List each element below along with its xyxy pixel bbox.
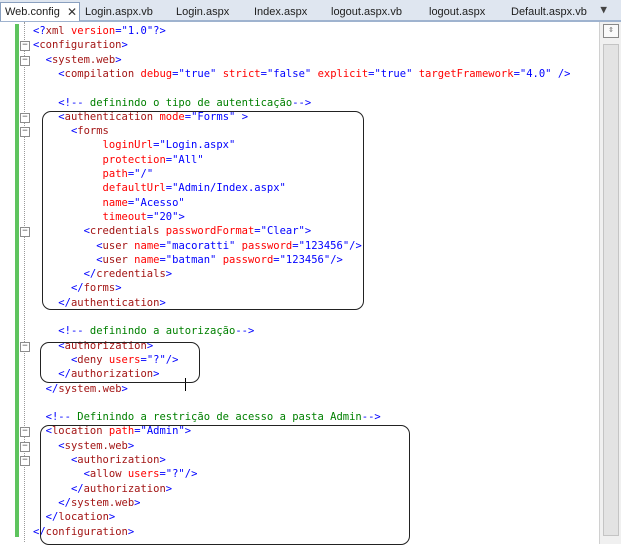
- authorization-highlight-box: [40, 342, 200, 383]
- code-line[interactable]: <!-- Definindo a restrição de acesso a p…: [33, 410, 381, 424]
- collapse-icon[interactable]: −: [20, 456, 30, 466]
- tab-logout-aspx-vb[interactable]: logout.aspx.vb: [331, 3, 402, 21]
- code-line[interactable]: <compilation debug="true" strict="false"…: [33, 67, 570, 81]
- tab-web-config[interactable]: Web.config ✕: [0, 2, 80, 21]
- collapse-icon[interactable]: −: [20, 112, 30, 123]
- location-highlight-box: [40, 425, 410, 545]
- collapse-icon[interactable]: −: [20, 55, 30, 66]
- collapse-icon[interactable]: −: [20, 441, 30, 452]
- code-line[interactable]: <?xml version="1.0"?>: [33, 24, 166, 38]
- vertical-scrollbar[interactable]: ⇳: [599, 22, 621, 544]
- tab-login-aspx[interactable]: Login.aspx: [176, 3, 229, 21]
- close-icon[interactable]: ✕: [67, 3, 77, 21]
- authentication-highlight-box: [42, 111, 364, 310]
- tab-logout-aspx[interactable]: logout.aspx: [429, 3, 485, 21]
- tab-label: Web.config: [5, 6, 60, 18]
- collapse-icon[interactable]: −: [20, 427, 30, 438]
- split-view-icon[interactable]: ⇳: [603, 24, 619, 38]
- scrollbar-thumb[interactable]: [603, 44, 619, 536]
- collapse-icon[interactable]: −: [20, 127, 30, 138]
- collapse-icon[interactable]: −: [20, 41, 30, 52]
- tab-default-aspx-vb[interactable]: Default.aspx.vb: [511, 3, 587, 21]
- tab-label: Default.aspx.vb: [511, 6, 587, 18]
- tab-index-aspx[interactable]: Index.aspx: [254, 3, 307, 21]
- tab-label: Index.aspx: [254, 6, 308, 18]
- tab-login-aspx-vb[interactable]: Login.aspx.vb: [85, 3, 153, 21]
- collapse-icon[interactable]: −: [20, 227, 30, 238]
- collapse-icon[interactable]: −: [20, 341, 30, 352]
- code-line[interactable]: <!-- definindo a autorização-->: [33, 324, 254, 338]
- tab-label: Login.aspx: [176, 6, 230, 18]
- document-tab-bar: Web.config ✕ Login.aspx.vb Login.aspx In…: [0, 0, 621, 22]
- tab-label: logout.aspx: [429, 6, 486, 18]
- tab-label: logout.aspx.vb: [331, 6, 402, 18]
- code-line[interactable]: <system.web>: [33, 53, 122, 67]
- code-line[interactable]: </system.web>: [33, 382, 128, 396]
- code-line[interactable]: <!-- definindo o tipo de autenticação-->: [33, 96, 311, 110]
- chevron-down-icon[interactable]: ▼: [600, 3, 607, 16]
- code-line[interactable]: <configuration>: [33, 38, 128, 52]
- code-editor[interactable]: <?xml version="1.0"?> <configuration> − <s…: [0, 22, 599, 545]
- tab-label: Login.aspx.vb: [85, 6, 153, 18]
- change-indicator-bar: [15, 24, 19, 537]
